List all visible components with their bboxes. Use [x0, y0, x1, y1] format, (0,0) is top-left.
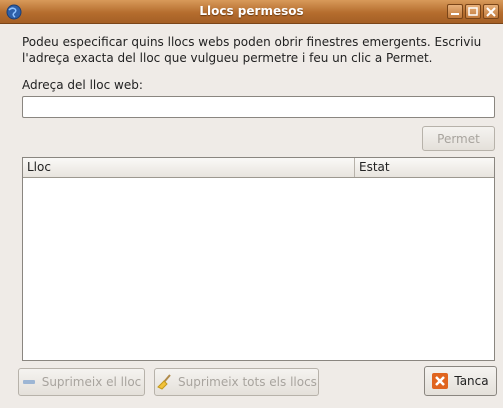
window-title: Llocs permesos: [199, 4, 304, 18]
column-header-lloc[interactable]: Lloc: [23, 158, 355, 177]
url-label: Adreça del lloc web:: [22, 78, 143, 92]
title-bar: Llocs permesos: [0, 0, 503, 24]
close-window-button[interactable]: [483, 4, 499, 19]
remove-all-label: Suprimeix tots els llocs: [178, 375, 317, 389]
maximize-button[interactable]: [465, 4, 481, 19]
minimize-icon: [451, 13, 459, 15]
close-label: Tanca: [454, 374, 489, 388]
minus-icon: [22, 380, 35, 384]
description-text: Podeu especificar quins llocs webs poden…: [22, 35, 482, 65]
permet-button[interactable]: Permet: [422, 126, 495, 151]
sites-table[interactable]: Lloc Estat: [22, 157, 495, 361]
column-header-estat[interactable]: Estat: [355, 158, 494, 177]
maximize-icon: [468, 7, 478, 16]
close-icon: [486, 7, 496, 17]
permet-label: Permet: [437, 131, 480, 146]
close-button[interactable]: Tanca: [424, 366, 497, 396]
url-input[interactable]: [22, 96, 495, 118]
minimize-button[interactable]: [447, 4, 463, 19]
remove-site-button[interactable]: Suprimeix el lloc: [18, 368, 145, 396]
remove-site-label: Suprimeix el lloc: [41, 375, 142, 389]
broom-icon: [157, 374, 171, 390]
remove-all-button[interactable]: Suprimeix tots els llocs: [154, 368, 319, 396]
table-header: Lloc Estat: [23, 158, 494, 178]
close-x-icon: [432, 373, 449, 389]
